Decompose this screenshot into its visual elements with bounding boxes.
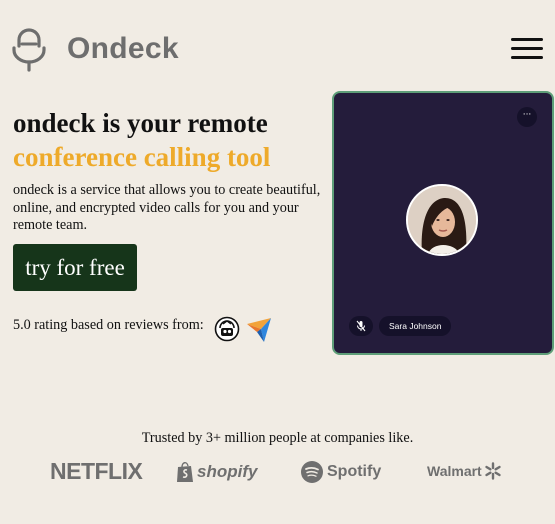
hamburger-menu-icon[interactable] xyxy=(511,36,545,62)
spotify-circle-icon xyxy=(301,461,323,483)
trusted-by-text: Trusted by 3+ million people at companie… xyxy=(141,430,414,446)
participant-name-label: Sara Johnson xyxy=(379,316,452,336)
paper-plane-arrow-icon[interactable] xyxy=(246,315,272,343)
hero-title-line1: ondeck is your remote xyxy=(13,108,268,138)
hero-description: ondeck is a service that allows you to c… xyxy=(13,182,321,233)
netflix-logo: NETFLIX xyxy=(50,458,143,484)
walmart-wordmark: Walmart xyxy=(427,463,482,479)
participant-avatar xyxy=(406,184,478,256)
more-options-icon[interactable]: ··· xyxy=(517,107,537,127)
spotify-wordmark: Spotify xyxy=(327,463,382,480)
microphone-icon[interactable] xyxy=(12,28,46,72)
site-header: Ondeck xyxy=(0,0,555,100)
walmart-spark-icon xyxy=(485,462,501,480)
hero-title-highlight: conference calling tool xyxy=(13,142,271,172)
video-call-preview: ··· Sara Johnson xyxy=(332,91,554,355)
review-site-badge-icon[interactable] xyxy=(214,316,240,342)
microphone-muted-icon[interactable] xyxy=(349,316,373,336)
shopify-bag-icon xyxy=(177,462,193,482)
rating-text: 5.0 rating based on reviews from: xyxy=(13,317,204,333)
try-for-free-button[interactable]: try for free xyxy=(13,244,137,291)
shopify-wordmark: shopify xyxy=(197,462,258,481)
brand-name[interactable]: Ondeck xyxy=(67,30,179,68)
hero-title: ondeck is your remote conference calling… xyxy=(13,106,333,174)
